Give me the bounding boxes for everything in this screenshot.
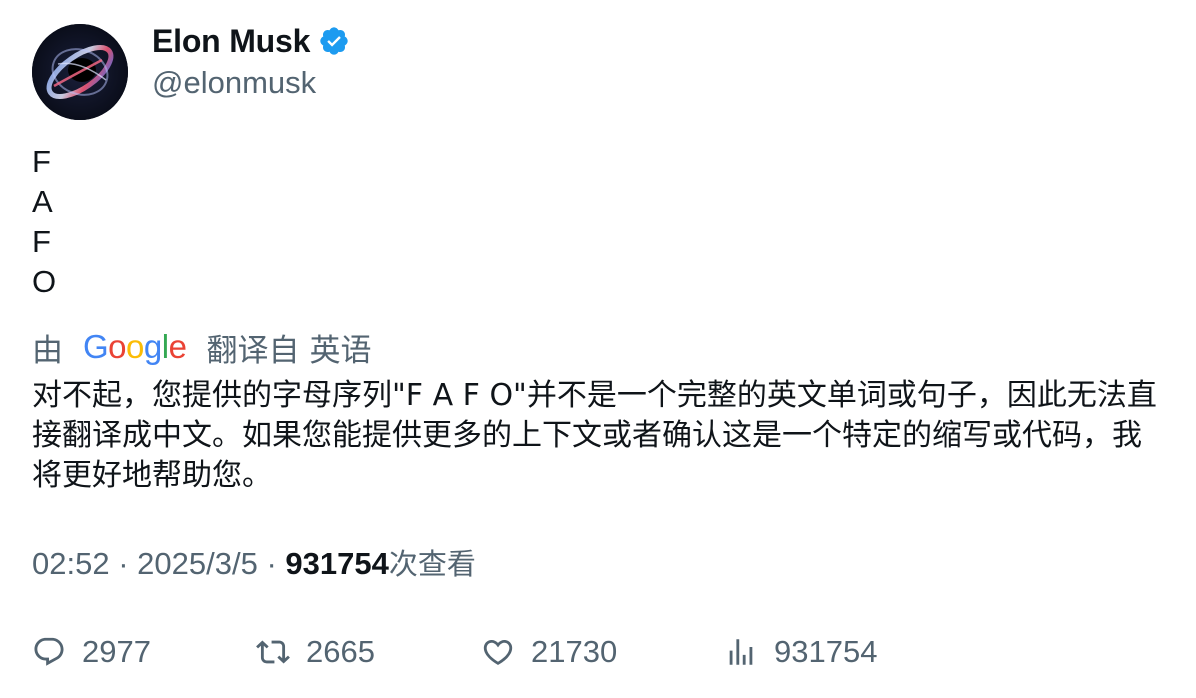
views-count: 931754 [285, 546, 389, 581]
tweet-line: F [32, 224, 51, 259]
tweet-date[interactable]: 2025/3/5 [137, 546, 258, 581]
views-action-count: 931754 [774, 634, 878, 669]
reply-count: 2977 [82, 634, 151, 669]
tweet-text: F A F O [32, 142, 56, 302]
reply-icon [34, 637, 64, 666]
views-button[interactable]: 931754 [724, 630, 877, 674]
tweet-line: F [32, 144, 51, 179]
tweet-card: Elon Musk @elonmusk F A F O 由 Google 翻译自… [0, 0, 1196, 698]
display-name[interactable]: Elon Musk [152, 23, 310, 60]
avatar[interactable] [32, 24, 128, 120]
repost-button[interactable]: 2665 [256, 630, 375, 674]
tweet-line: O [32, 264, 57, 299]
translated-by-label: 由 [32, 332, 63, 369]
repost-count: 2665 [306, 634, 375, 669]
heart-icon [483, 639, 513, 665]
tweet-time[interactable]: 02:52 [32, 546, 110, 581]
meta-separator: · [118, 546, 138, 581]
handle[interactable]: @elonmusk [152, 62, 350, 104]
source-language: 英语 [309, 332, 372, 369]
action-bar: 2977 2665 21730 931754 [0, 630, 1196, 674]
analytics-bar-icon [729, 639, 753, 665]
translated-from-label: 翻译自 [206, 332, 300, 369]
tweet-metadata: 02:52 · 2025/3/5 · 931754次查看 [32, 544, 476, 584]
verified-badge-icon[interactable] [318, 25, 350, 57]
name-row: Elon Musk [152, 20, 350, 62]
like-count: 21730 [531, 634, 618, 669]
repost-icon [256, 640, 290, 664]
like-button[interactable]: 21730 [481, 630, 617, 674]
tweet-line: A [32, 184, 53, 219]
translation-attribution[interactable]: 由 Google 翻译自 英语 [32, 326, 372, 369]
reply-button[interactable]: 2977 [32, 630, 151, 674]
author-block: Elon Musk @elonmusk [152, 20, 350, 104]
translated-text: 对不起，您提供的字母序列"F A F O"并不是一个完整的英文单词或句子，因此无… [32, 378, 1157, 493]
meta-separator: · [266, 546, 286, 581]
views-label: 次查看 [388, 547, 476, 581]
black-hole-avatar-image [32, 24, 128, 120]
google-logo: Google [83, 328, 187, 365]
